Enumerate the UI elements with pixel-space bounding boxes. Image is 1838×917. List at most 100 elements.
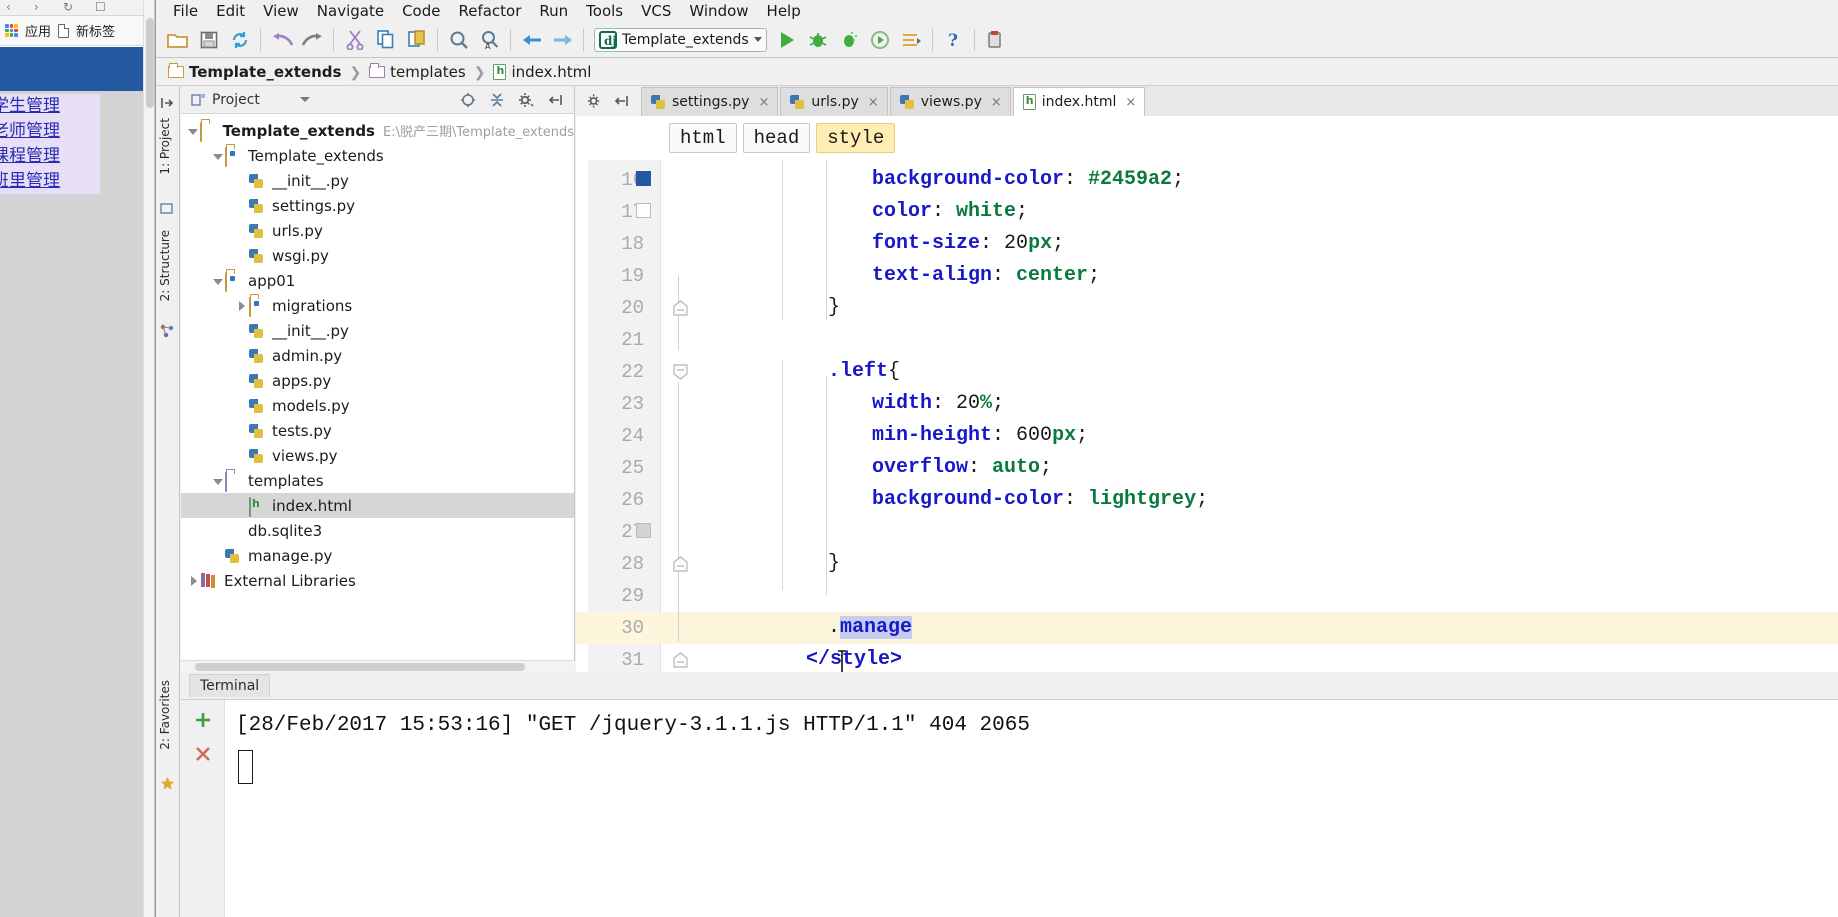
project-tab-icon[interactable] (160, 202, 175, 217)
chevron-down-icon[interactable] (211, 274, 225, 288)
tree-row-templates[interactable]: templates (181, 468, 574, 493)
terminal-body[interactable]: [28/Feb/2017 15:53:16] ″GET /jquery-3.1.… (181, 700, 1838, 917)
breadcrumb-item-project[interactable]: Template_extends (164, 63, 345, 81)
code-line[interactable]: 30 .manage (576, 612, 1838, 644)
chevron-down-icon[interactable] (299, 97, 310, 102)
browser-scrollbar-thumb[interactable] (146, 18, 154, 108)
menu-refactor[interactable]: Refactor (449, 0, 530, 22)
code-line[interactable]: 28} (576, 548, 1838, 580)
structure-chip-style[interactable]: style (816, 123, 896, 153)
settings-gear-icon[interactable] (587, 93, 603, 109)
sync-icon[interactable] (224, 24, 255, 55)
sidebar-item-structure[interactable]: 2: Structure (158, 230, 172, 301)
menu-code[interactable]: Code (393, 0, 449, 22)
menu-tools[interactable]: Tools (577, 0, 632, 22)
help-icon[interactable]: ? (938, 24, 969, 55)
code-line[interactable]: 16 background-color: #2459a2; (576, 164, 1838, 196)
menu-edit[interactable]: Edit (207, 0, 254, 22)
debug-icon[interactable] (803, 24, 834, 55)
settings-gear-icon[interactable] (518, 92, 535, 108)
fold-start-icon[interactable] (672, 364, 690, 382)
tree-row-migrations[interactable]: migrations (181, 293, 574, 318)
collapse-all-icon[interactable] (460, 92, 476, 108)
project-panel-hscrollbar[interactable] (181, 660, 575, 672)
chevron-down-icon[interactable] (211, 149, 225, 163)
favorites-star-icon[interactable] (160, 776, 175, 791)
tree-row-index-html[interactable]: index.html (181, 493, 574, 518)
close-icon[interactable] (193, 744, 213, 764)
bookmark-label-apps[interactable]: 应用 (25, 21, 51, 40)
page-icon[interactable] (58, 23, 70, 38)
tree-row-apps-py[interactable]: apps.py (181, 368, 574, 393)
tree-row-tests-py[interactable]: tests.py (181, 418, 574, 443)
tree-row-models-py[interactable]: models.py (181, 393, 574, 418)
tree-row-urls-py[interactable]: urls.py (181, 218, 574, 243)
back-icon[interactable] (516, 24, 547, 55)
css-color-swatch[interactable] (636, 203, 652, 219)
browser-forward-icon[interactable]: › (34, 1, 39, 14)
code-line[interactable]: 21 (576, 324, 1838, 356)
find-icon[interactable] (443, 24, 474, 55)
tool-window-collapse-icon[interactable] (160, 96, 175, 111)
structure-tab-icon[interactable] (160, 324, 175, 339)
project-tree[interactable]: Template_extends E:\脱产三期\Template_extends… (181, 114, 574, 671)
open-folder-icon[interactable] (162, 24, 193, 55)
browser-home-icon[interactable]: ☐ (95, 1, 106, 14)
code-line[interactable]: 20} (576, 292, 1838, 324)
tree-row--init-py[interactable]: __init__.py (181, 318, 574, 343)
settings-icon[interactable] (980, 24, 1011, 55)
fold-end-icon[interactable] (672, 556, 690, 574)
add-icon[interactable] (193, 710, 213, 730)
code-line[interactable]: 26 background-color: lightgrey; (576, 484, 1838, 516)
browser-scrollbar-track[interactable] (143, 0, 155, 917)
code-line[interactable]: 24 min-height: 600px; (576, 420, 1838, 452)
browser-reload-icon[interactable]: ↻ (63, 1, 73, 14)
undo-icon[interactable] (266, 24, 297, 55)
code-line[interactable]: 27 (576, 516, 1838, 548)
menu-vcs[interactable]: VCS (632, 0, 680, 22)
chevron-down-icon[interactable] (186, 124, 200, 138)
tree-row-admin-py[interactable]: admin.py (181, 343, 574, 368)
menu-window[interactable]: Window (680, 0, 757, 22)
tree-row-db-sqlite3[interactable]: db.sqlite3 (181, 518, 574, 543)
forward-icon[interactable] (547, 24, 578, 55)
project-panel-hscroll-thumb[interactable] (195, 663, 525, 671)
tree-row-template-extends[interactable]: Template_extends E:\脱产三期\Template_extends (181, 118, 574, 143)
menu-navigate[interactable]: Navigate (308, 0, 393, 22)
bookmark-label-newtab[interactable]: 新标签 (76, 21, 115, 40)
tree-row-app01[interactable]: app01 (181, 268, 574, 293)
update-icon[interactable] (896, 24, 927, 55)
tree-row-template-extends[interactable]: Template_extends (181, 143, 574, 168)
code-line[interactable]: 18 font-size: 20px; (576, 228, 1838, 260)
code-line[interactable]: 17 color: white; (576, 196, 1838, 228)
css-color-swatch[interactable] (636, 171, 652, 187)
expand-icon[interactable] (489, 92, 505, 108)
menu-run[interactable]: Run (530, 0, 577, 22)
css-color-swatch[interactable] (636, 523, 652, 539)
fold-end-icon[interactable] (672, 300, 690, 318)
run-icon[interactable] (772, 24, 803, 55)
hide-panel-icon[interactable] (614, 94, 630, 108)
close-icon[interactable]: × (758, 95, 769, 110)
code-line[interactable]: 23 width: 20%; (576, 388, 1838, 420)
fold-end-icon[interactable] (672, 652, 690, 670)
run-configuration-selector[interactable]: dj Template_extends (594, 27, 767, 52)
breadcrumb-item-templates[interactable]: templates (365, 63, 470, 81)
page-link-student[interactable]: 学生管理 (0, 94, 100, 119)
structure-chip-html[interactable]: html (669, 123, 737, 153)
tree-row-manage-py[interactable]: manage.py (181, 543, 574, 568)
close-icon[interactable]: × (991, 95, 1002, 110)
chevron-right-icon[interactable] (187, 574, 201, 588)
hide-icon[interactable] (548, 93, 564, 107)
code-line[interactable]: 19 text-align: center; (576, 260, 1838, 292)
menu-view[interactable]: View (254, 0, 308, 22)
tab-terminal[interactable]: Terminal (189, 674, 271, 697)
project-panel-selector[interactable]: Project (187, 90, 317, 110)
sidebar-item-favorites[interactable]: 2: Favorites (158, 680, 172, 750)
code-editor[interactable]: 16 background-color: #2459a2; 17 color: whi… (576, 160, 1838, 672)
coverage-icon[interactable] (834, 24, 865, 55)
tree-row-views-py[interactable]: views.py (181, 443, 574, 468)
chevron-right-icon[interactable] (235, 299, 249, 313)
chevron-down-icon[interactable] (211, 474, 225, 488)
page-link-teacher[interactable]: 老师管理 (0, 119, 100, 144)
